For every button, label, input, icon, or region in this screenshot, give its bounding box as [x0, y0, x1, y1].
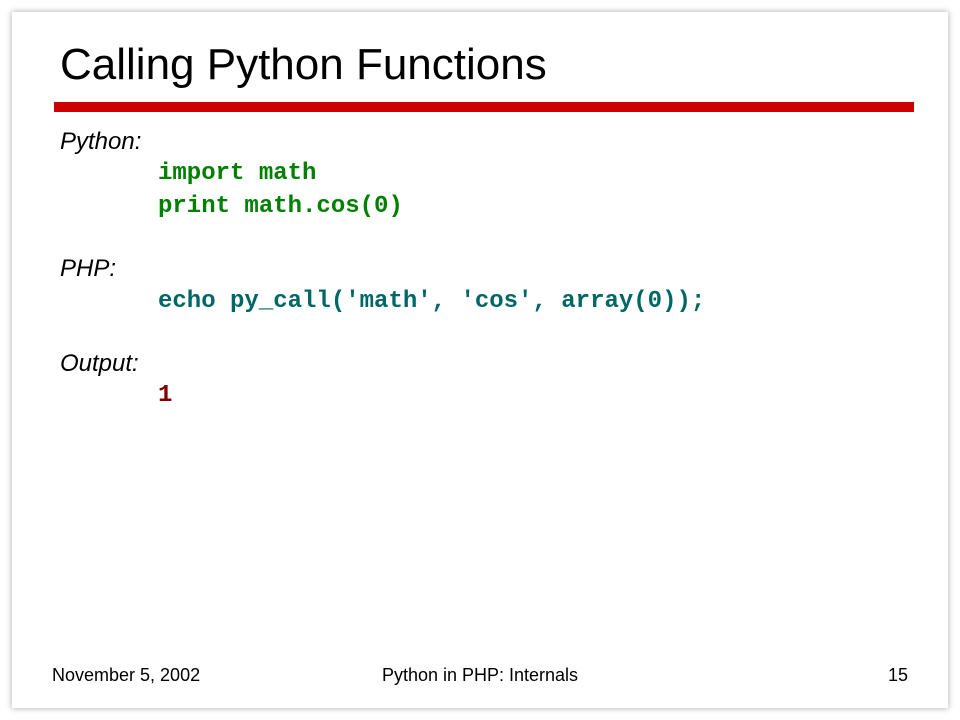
slide-body: Python: import math print math.cos(0) PH…: [12, 112, 948, 413]
output-line-1: 1: [60, 380, 908, 412]
footer-date: November 5, 2002: [52, 665, 200, 686]
title-underline-bar: [54, 102, 914, 112]
python-label: Python:: [60, 126, 908, 158]
spacer: [60, 223, 908, 253]
python-code-line-2: print math.cos(0): [60, 191, 908, 223]
slide-footer: Python in PHP: Internals November 5, 200…: [52, 665, 908, 686]
slide-container: Calling Python Functions Python: import …: [12, 12, 948, 708]
footer-page-number: 15: [888, 665, 908, 686]
python-code-line-1: import math: [60, 158, 908, 190]
php-label: PHP:: [60, 253, 908, 285]
php-code-line-1: echo py_call('math', 'cos', array(0));: [60, 286, 908, 318]
output-label: Output:: [60, 348, 908, 380]
slide-title: Calling Python Functions: [60, 40, 908, 90]
title-area: Calling Python Functions: [12, 12, 948, 90]
spacer: [60, 318, 908, 348]
